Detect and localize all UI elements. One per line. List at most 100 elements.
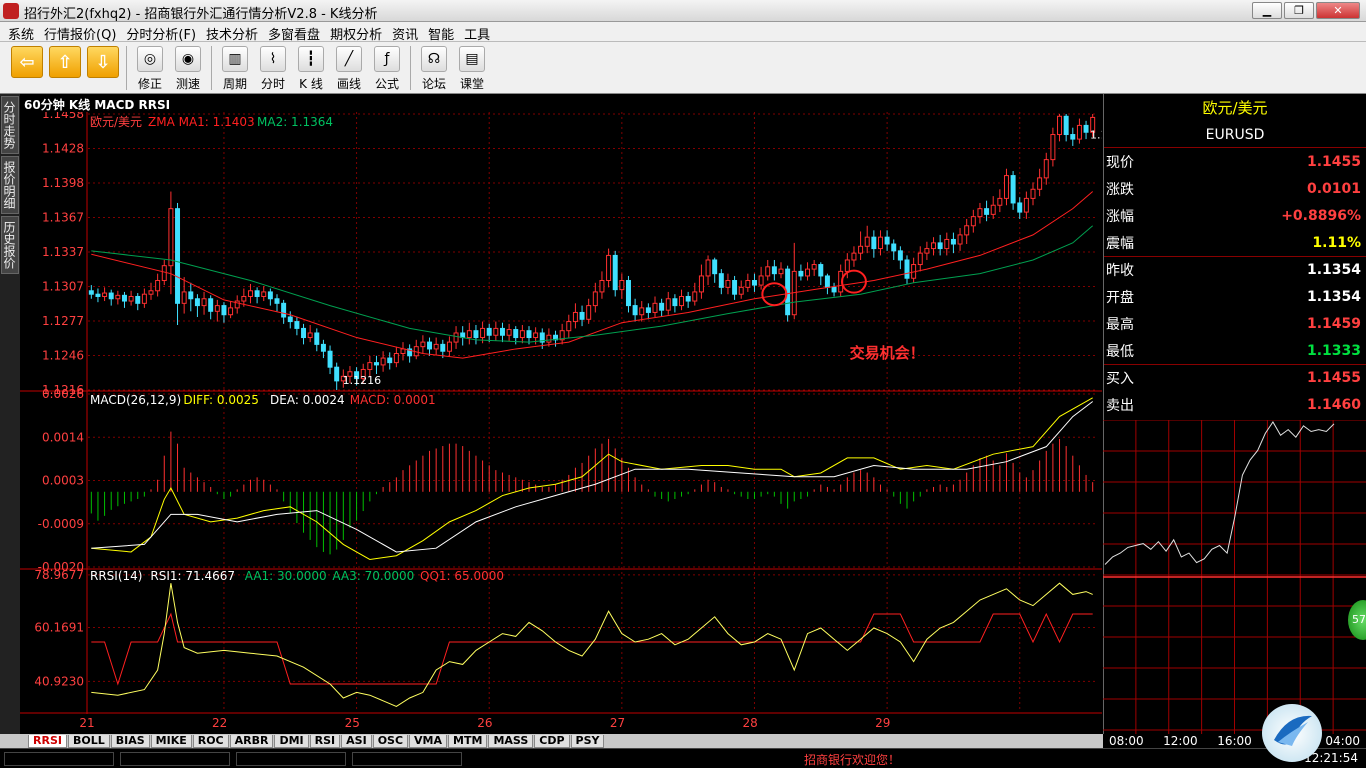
candle-body [818,264,824,277]
candle-body [506,329,512,336]
legend-entry: AA3: 70.0000 [332,569,414,583]
menu-bar: 系统 行情报价(Q) 分时分析(F) 技术分析 多窗看盘 期权分析 资讯 智能 工具 [0,22,1366,43]
indicator-tab-mtm[interactable]: MTM [448,734,488,748]
candle-body [427,341,433,350]
menu-item-5[interactable]: 期权分析 [328,22,390,43]
y-tick-label: 1.1398 [42,176,84,190]
candle-body [805,268,811,277]
side-tab-2[interactable]: 历史报价 [1,216,19,274]
candle-body [281,302,287,318]
candle-body [698,275,704,293]
indicator-tab-roc[interactable]: ROC [192,734,229,748]
candle-body [453,332,459,343]
toolbar-button-11[interactable]: ▤ 课堂 [453,46,491,92]
candle-body [393,353,399,364]
indicator-tab-rsi[interactable]: RSI [309,734,341,748]
arrow-down-icon: ⇩ [87,46,119,78]
candle-body [572,311,578,323]
indicator-tab-asi[interactable]: ASI [341,734,372,748]
menu-item-6[interactable]: 资讯 [390,22,426,43]
indicator-tab-cdp[interactable]: CDP [534,734,570,748]
dea-line [91,401,1093,553]
ma1-line [91,191,1094,359]
candle-body [499,327,505,336]
toolbar-label: 测速 [175,77,200,91]
candle-body [692,291,698,302]
toolbar-button-6[interactable]: ⌇ 分时 [254,46,292,92]
candle-body [327,350,333,368]
kline-icon: ┇ [298,46,324,72]
menu-item-8[interactable]: 工具 [462,22,498,43]
menu-item-3[interactable]: 技术分析 [204,22,266,43]
candle-body [665,298,671,311]
indicator-tab-bias[interactable]: BIAS [110,734,150,748]
toolbar-button-8[interactable]: ╱ 画线 [330,46,368,92]
menu-item-4[interactable]: 多窗看盘 [266,22,328,43]
candle-body [486,327,492,336]
menu-item-1[interactable]: 行情报价(Q) [42,22,124,43]
toolbar-button-3[interactable]: ◎ 修正 [131,46,169,92]
candle-body [957,234,963,245]
candle-body [148,290,154,295]
legend-entry: MA2: 1.1364 [257,115,333,129]
timeshare-line [1104,421,1335,565]
time-tick: 04:00 [1325,734,1360,748]
indicator-tab-arbr[interactable]: ARBR [229,734,274,748]
candle-body [977,208,983,218]
menu-item-7[interactable]: 智能 [426,22,462,43]
side-tab-0[interactable]: 分时走势 [1,96,19,154]
high-label: 1.1458 [1090,129,1102,142]
annotation-text: 交易机会！ [850,344,925,362]
candle-body [732,280,738,295]
candle-body [679,295,685,307]
indicator-tab-rrsi[interactable]: RRSI [28,734,67,748]
toolbar-button-10[interactable]: ☊ 论坛 [415,46,453,92]
toolbar-button-0[interactable]: ⇦ [8,46,46,92]
candle-body [798,270,804,277]
toolbar-button-7[interactable]: ┇ K 线 [292,46,330,92]
quote-value: 1.1354 [1306,288,1361,305]
indicator-tab-mass[interactable]: MASS [488,734,534,748]
candle-body [606,254,612,282]
candle-body [95,293,101,297]
indicator-tab-vma[interactable]: VMA [409,734,448,748]
indicator-tab-psy[interactable]: PSY [570,734,605,748]
indicator-tab-mike[interactable]: MIKE [150,734,192,748]
candle-body [771,266,777,275]
qq1-line [91,612,1093,686]
toolbar-label: 课堂 [459,77,484,91]
timeshare-chart[interactable] [1103,420,1366,734]
kline-chart[interactable]: 1.1458 1.1428 1.1398 1.1367 1.1337 1.1307 1.12… [20,112,1102,734]
indicator-tab-osc[interactable]: OSC [372,734,409,748]
candle-body [214,305,220,312]
candle-body [659,302,665,311]
side-tab-1[interactable]: 报价明细 [1,156,19,214]
quote-row: 最高 1.1459 [1104,310,1366,337]
candle-body [334,366,340,382]
menu-item-2[interactable]: 分时分析(F) [124,22,204,43]
menu-item-0[interactable]: 系统 [6,22,42,43]
formula-icon: ƒ [374,46,400,72]
time-tick: 08:00 [1109,734,1144,748]
toolbar-button-4[interactable]: ◉ 测速 [169,46,207,92]
toolbar-button-5[interactable]: ▥ 周期 [216,46,254,92]
y-tick-label: 1.1307 [42,280,84,294]
toolbar-button-9[interactable]: ƒ 公式 [368,46,406,92]
toolbar-button-1[interactable]: ⇧ [46,46,84,92]
maximize-button[interactable]: ❐ [1284,2,1314,19]
candle-body [871,236,877,250]
close-button[interactable]: ✕ [1316,2,1360,19]
arrow-left-icon: ⇦ [11,46,43,78]
candle-body [466,330,472,339]
quote-value: +0.8896% [1281,207,1361,224]
minimize-button[interactable]: ▁ [1252,2,1282,19]
indicator-tab-boll[interactable]: BOLL [67,734,110,748]
low-label: 1.1216 [343,374,382,387]
candle-body [141,293,147,304]
indicator-tab-dmi[interactable]: DMI [274,734,309,748]
candle-body [705,259,711,277]
x-tick-label: 22 [212,716,227,730]
quote-value: 1.1460 [1306,396,1361,413]
quote-label: 震幅 [1106,235,1134,252]
toolbar-button-2[interactable]: ⇩ [84,46,122,92]
